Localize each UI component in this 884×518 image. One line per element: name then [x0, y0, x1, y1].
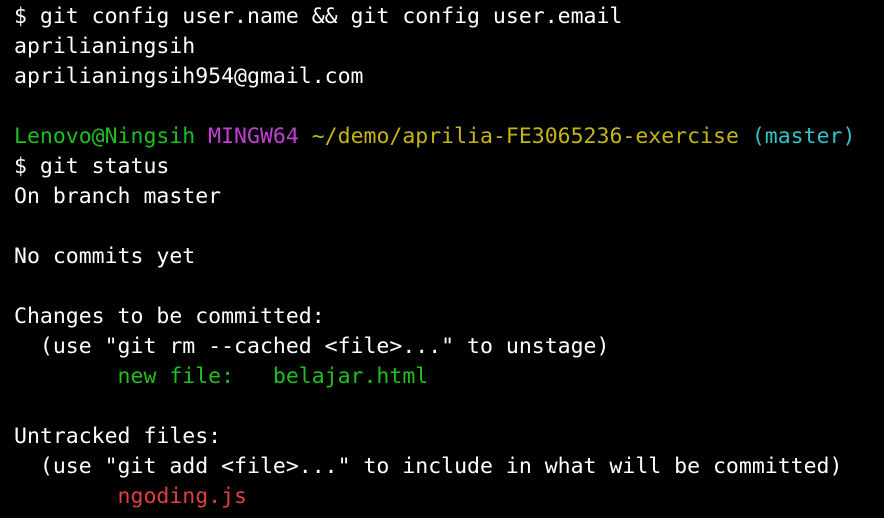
prompt-user-host: Lenovo@Ningsih [14, 124, 196, 149]
command-line: $ git status [14, 152, 884, 182]
prompt-line: Lenovo@Ningsih MINGW64 ~/demo/aprilia-FE… [14, 122, 884, 152]
text-segment: Untracked files: [14, 424, 222, 449]
prompt-path: ~/demo/aprilia-FE3065236-exercise [311, 124, 739, 149]
text-segment: $ git status [14, 154, 170, 179]
output-line: ngoding.js [14, 482, 884, 512]
text-segment: $ git config user.name && git config use… [14, 4, 623, 29]
text-segment: aprilianingsih954@gmail.com [14, 64, 364, 89]
terminal-output[interactable]: $ git config user.name && git config use… [14, 2, 884, 512]
output-line: (use "git add <file>..." to include in w… [14, 452, 884, 482]
command-line: $ git config user.name && git config use… [14, 2, 884, 32]
text-segment: (use "git add <file>..." to include in w… [14, 454, 843, 479]
output-line: aprilianingsih954@gmail.com [14, 62, 884, 92]
text-segment: (use "git rm --cached <file>..." to unst… [14, 334, 610, 359]
untracked-file-entry: ngoding.js [14, 484, 247, 509]
output-line: (use "git rm --cached <file>..." to unst… [14, 332, 884, 362]
text-segment: On branch master [14, 184, 222, 209]
output-line: aprilianingsih [14, 32, 884, 62]
staged-file-entry: new file: belajar.html [14, 364, 429, 389]
output-line: Untracked files: [14, 422, 884, 452]
text-segment: aprilianingsih [14, 34, 196, 59]
text-segment: No commits yet [14, 244, 196, 269]
text-segment: Changes to be committed: [14, 304, 325, 329]
prompt-branch: (master) [751, 124, 856, 149]
prompt-system: MINGW64 [208, 124, 299, 149]
output-line: On branch master [14, 182, 884, 212]
output-line: No commits yet [14, 242, 884, 272]
output-line: Changes to be committed: [14, 302, 884, 332]
output-line: new file: belajar.html [14, 362, 884, 392]
